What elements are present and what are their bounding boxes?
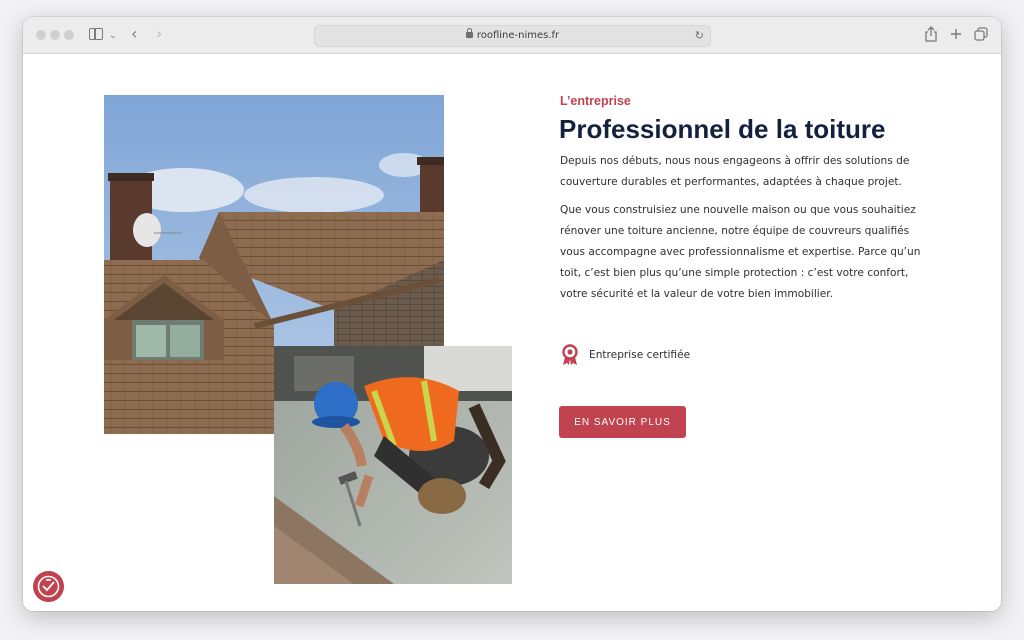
share-icon[interactable] [924, 26, 938, 42]
sidebar-toggle-icon[interactable] [89, 28, 103, 40]
page-title: Professionnel de la toiture [559, 114, 886, 144]
back-arrow-icon[interactable]: ‹ [131, 25, 137, 43]
intro-paragraph: Depuis nos débuts, nous nous engageons à… [560, 155, 910, 188]
badge-label: Entreprise certifiée [589, 349, 691, 361]
chevron-down-icon[interactable]: ⌄ [109, 27, 117, 45]
accessibility-button[interactable] [33, 571, 64, 602]
forward-arrow-icon[interactable]: › [156, 25, 162, 43]
address-bar[interactable]: roofline-nimes.fr ↻ [314, 25, 711, 47]
close-window-button[interactable] [36, 30, 46, 40]
section-eyebrow: L’entreprise [560, 94, 631, 108]
description-paragraph: Que vous construisiez une nouvelle maiso… [560, 204, 921, 300]
learn-more-button[interactable]: EN SAVOIR PLUS [559, 406, 686, 438]
roofer-worker-photo [274, 346, 512, 584]
browser-window: ⌄ ‹ › roofline-nimes.fr ↻ L’entreprise P… [23, 17, 1001, 611]
lock-icon [465, 28, 473, 38]
minimize-window-button[interactable] [50, 30, 60, 40]
new-tab-icon[interactable] [950, 28, 962, 40]
tab-overview-icon[interactable] [974, 27, 988, 41]
zoom-window-button[interactable] [64, 30, 74, 40]
url-text: roofline-nimes.fr [476, 30, 560, 41]
reload-icon[interactable]: ↻ [695, 26, 704, 46]
browser-toolbar: ⌄ ‹ › roofline-nimes.fr ↻ [23, 17, 1001, 54]
award-ribbon-icon [562, 344, 578, 365]
accessibility-icon [37, 575, 60, 598]
